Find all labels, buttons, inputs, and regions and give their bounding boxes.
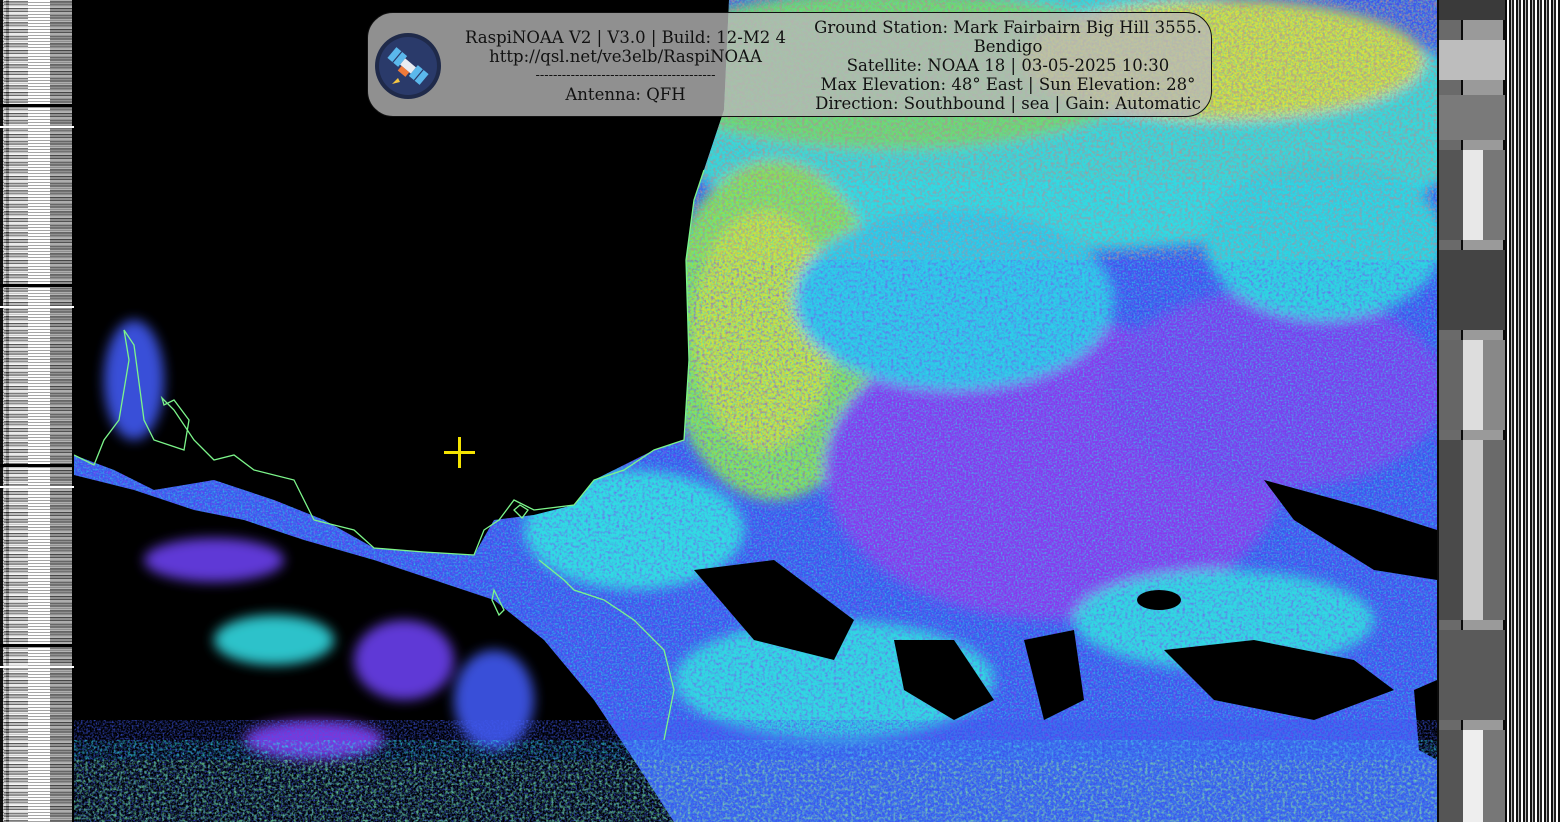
ground-station-line: Ground Station: Mark Fairbairn Big Hill …: [814, 18, 1202, 37]
ground-station-location-line: Bendigo: [973, 37, 1043, 56]
sea-surface-imagery: [74, 0, 1437, 822]
right-telemetry-strip: [1437, 0, 1560, 822]
left-sync-mark: [0, 126, 74, 128]
imagery-svg: [74, 0, 1437, 822]
left-sync-mark: [0, 104, 74, 107]
telemetry-wedge: [1439, 150, 1505, 240]
elevation-line: Max Elevation: 48° East | Sun Elevation:…: [820, 75, 1196, 94]
left-sync-mark: [0, 306, 74, 308]
left-strip-noise-2: [50, 0, 72, 822]
telemetry-wedge: [1439, 40, 1505, 80]
pass-info-overlay: RaspiNOAA V2 | V3.0 | Build: 12-M2 4 htt…: [367, 12, 1212, 117]
left-sync-mark: [0, 464, 74, 467]
divider-line: ----------------------------------------…: [535, 68, 716, 83]
left-sync-mark: [0, 644, 74, 647]
project-url-line: http://qsl.net/ve3elb/RaspiNOAA: [489, 47, 762, 66]
direction-line: Direction: Southbound | sea | Gain: Auto…: [815, 94, 1201, 113]
software-version-line: RaspiNOAA V2 | V3.0 | Build: 12-M2 4: [464, 28, 787, 47]
pass-details-block: Ground Station: Mark Fairbairn Big Hill …: [808, 18, 1208, 113]
satellite-line: Satellite: NOAA 18 | 03-05-2025 10:30: [846, 56, 1170, 75]
left-sync-mark: [0, 486, 74, 488]
right-sync-bars: [1507, 0, 1560, 822]
telemetry-wedge: [1439, 340, 1505, 430]
satellite-image-frame: RaspiNOAA V2 | V3.0 | Build: 12-M2 4 htt…: [0, 0, 1560, 822]
left-strip-noise: [4, 0, 28, 822]
left-telemetry-strip: [0, 0, 74, 822]
software-info-block: RaspiNOAA V2 | V3.0 | Build: 12-M2 4 htt…: [458, 28, 793, 104]
crosshair-plus-icon: [444, 437, 475, 468]
antenna-line: Antenna: QFH: [565, 85, 686, 104]
left-sync-mark: [0, 284, 74, 287]
telemetry-wedge: [1439, 250, 1505, 330]
telemetry-wedge: [1439, 630, 1505, 720]
telemetry-wedge: [1439, 0, 1505, 20]
telemetry-wedge: [1439, 95, 1505, 140]
telemetry-wedge: [1439, 440, 1505, 620]
satellite-logo-icon: [374, 32, 442, 100]
left-sync-mark: [0, 666, 74, 668]
telemetry-wedge: [1439, 730, 1505, 822]
